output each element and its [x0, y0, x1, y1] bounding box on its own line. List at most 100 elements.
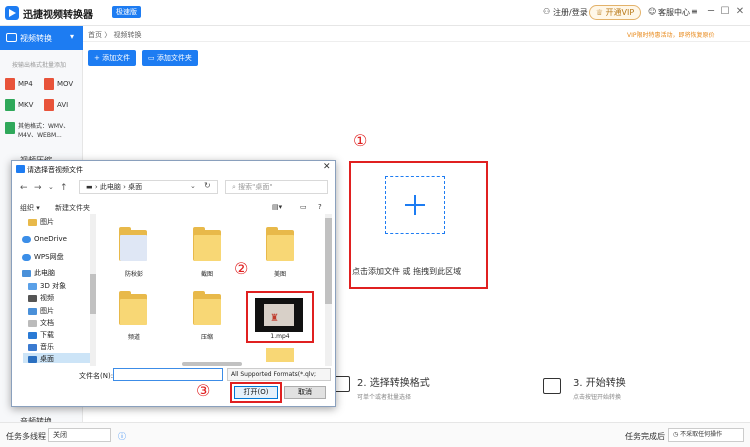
format-mov[interactable]: MOV — [57, 80, 73, 88]
info-icon[interactable]: ⓘ — [118, 431, 126, 442]
add-file-label: 添加文件 — [102, 54, 131, 62]
mp4-icon — [5, 78, 15, 90]
open-button[interactable]: 打开(O) — [234, 386, 278, 399]
forward-arrow-icon[interactable]: → — [34, 183, 42, 193]
history-chevron-icon[interactable]: ⌄ — [48, 183, 54, 191]
plus-icon: + — [94, 54, 100, 62]
video-thumbnail-frame — [264, 304, 294, 326]
dialog-close-icon[interactable]: ✕ — [323, 162, 331, 172]
video-file-label[interactable]: 1.mp4 — [260, 333, 300, 340]
image-icon — [28, 307, 37, 315]
filename-input[interactable] — [113, 368, 223, 381]
tree-item-this-pc[interactable]: 此电脑 — [22, 268, 55, 278]
format-mp4[interactable]: MP4 — [18, 80, 33, 88]
cube-icon — [28, 282, 37, 290]
breadcrumb-home[interactable]: 首页 — [88, 31, 102, 39]
login-link[interactable]: 注册/登录 — [553, 7, 588, 18]
folder-label[interactable]: 压缩 — [187, 332, 227, 341]
service-link[interactable]: 客服中心 — [658, 7, 690, 18]
tree-item-desktop[interactable]: 桌面 — [28, 354, 54, 364]
folder-icon[interactable] — [266, 227, 294, 261]
address-bar[interactable]: ▬ › 此电脑 › 桌面 — [79, 180, 218, 194]
path-this-pc[interactable]: 此电脑 — [100, 183, 121, 191]
folder-label[interactable]: 截图 — [187, 269, 227, 278]
folder-icon[interactable] — [119, 227, 147, 261]
folder-label[interactable]: 频道 — [114, 332, 154, 341]
tree-label: 音乐 — [40, 343, 54, 351]
menu-icon[interactable]: ≡ — [691, 7, 698, 16]
cloud-icon — [22, 235, 31, 243]
back-arrow-icon[interactable]: ← — [20, 183, 28, 193]
drop-zone-text: 点击添加文件 或 拖拽到此区域 — [352, 267, 462, 276]
filetype-select[interactable]: All Supported Formats(*.qlv; — [227, 368, 331, 381]
tree-label: 图片 — [40, 307, 54, 315]
folder-label[interactable]: 防秋彭 — [114, 269, 154, 278]
marker-3: ③ — [196, 381, 211, 400]
refresh-icon[interactable]: ↻ — [204, 181, 211, 190]
promo-notice[interactable]: VIP限时特惠活动，即将恢复原价 — [627, 30, 715, 39]
tree-item-pictures-quick[interactable]: 图片 — [28, 217, 54, 227]
edition-badge: 极速版 — [112, 6, 141, 18]
maximize-button[interactable]: ☐ — [717, 4, 733, 20]
format-other-line2[interactable]: M4V、WEBM... — [18, 130, 62, 139]
format-avi[interactable]: AVI — [57, 101, 68, 109]
desktop-icon — [28, 355, 37, 363]
tree-scrollbar-thumb[interactable] — [90, 274, 96, 314]
sidebar-item-video-convert[interactable]: 视频转换 ▾ — [0, 26, 83, 50]
app-title: 迅捷视频转换器 — [23, 10, 93, 21]
close-button[interactable]: ✕ — [732, 4, 748, 20]
plus-icon-vertical — [414, 195, 416, 215]
tree-item-videos[interactable]: 视频 — [28, 293, 54, 303]
up-arrow-icon[interactable]: ↑ — [60, 183, 68, 193]
music-icon — [28, 343, 37, 351]
tree-item-pictures[interactable]: 图片 — [28, 306, 54, 316]
vip-button[interactable]: ♕ 开通VIP — [589, 5, 641, 20]
after-done-select[interactable]: ◷ 不采取任何操作 — [668, 428, 744, 442]
add-folder-button[interactable]: ▭ 添加文件夹 — [142, 50, 198, 66]
folder-icon-partial[interactable] — [266, 348, 294, 362]
folder-label[interactable]: 美图 — [260, 269, 300, 278]
mov-icon — [44, 78, 54, 90]
folder-icon[interactable] — [193, 227, 221, 261]
tree-label: 此电脑 — [34, 269, 55, 277]
path-desktop[interactable]: 桌面 — [128, 183, 142, 191]
other-format-icon — [5, 122, 15, 134]
cancel-button[interactable]: 取消 — [284, 386, 326, 399]
help-icon[interactable]: ? — [318, 203, 322, 211]
grid-horizontal-scroll-thumb[interactable] — [182, 362, 242, 366]
grid-scrollbar-thumb[interactable] — [325, 218, 332, 304]
tree-item-documents[interactable]: 文档 — [28, 318, 54, 328]
multithread-label: 任务多线程 — [6, 432, 46, 441]
tree-label: OneDrive — [34, 235, 67, 243]
multithread-select[interactable]: 关闭 — [48, 428, 111, 442]
tree-label: 图片 — [40, 218, 54, 226]
format-other-line1[interactable]: 其他格式：WMV、 — [18, 121, 69, 130]
breadcrumb-current: 视频转换 — [113, 31, 142, 39]
preview-pane-icon[interactable]: ▭ — [300, 203, 307, 211]
step-format-subtitle: 可单个或者批量选择 — [357, 394, 412, 401]
step-convert-title: 3. 开始转换 — [573, 378, 626, 389]
app-logo-icon — [5, 6, 19, 20]
after-done-label: 任务完成后 — [625, 432, 665, 441]
after-done-value: 不采取任何操作 — [680, 431, 723, 438]
folder-icon[interactable] — [193, 291, 221, 325]
tree-item-music[interactable]: 音乐 — [28, 342, 54, 352]
add-file-button[interactable]: + 添加文件 — [88, 50, 137, 66]
search-icon: ⌕ — [232, 183, 236, 191]
address-dropdown-icon[interactable]: ⌄ — [190, 182, 196, 190]
tree-label: WPS网盘 — [34, 253, 64, 261]
vip-label: 开通VIP — [605, 8, 635, 17]
tree-item-downloads[interactable]: 下载 — [28, 330, 54, 340]
breadcrumb: 首页 〉 视频转换 — [88, 30, 141, 40]
format-mkv[interactable]: MKV — [18, 101, 33, 109]
step-convert-subtitle: 点击按钮开始转换 — [573, 394, 622, 401]
tree-item-wps[interactable]: WPS网盘 — [22, 252, 64, 262]
tree-item-onedrive[interactable]: OneDrive — [22, 235, 67, 243]
tree-label: 桌面 — [40, 355, 54, 363]
search-input[interactable]: ⌕ 搜索"桌面" — [225, 180, 328, 194]
service-icon: ☺ — [648, 7, 657, 16]
tree-item-3d[interactable]: 3D 对象 — [28, 281, 66, 291]
folder-icon[interactable] — [119, 291, 147, 325]
sidebar-hint: 按输出格式批量添加 — [12, 62, 67, 69]
view-options-icon[interactable]: ▤▾ — [272, 203, 282, 211]
